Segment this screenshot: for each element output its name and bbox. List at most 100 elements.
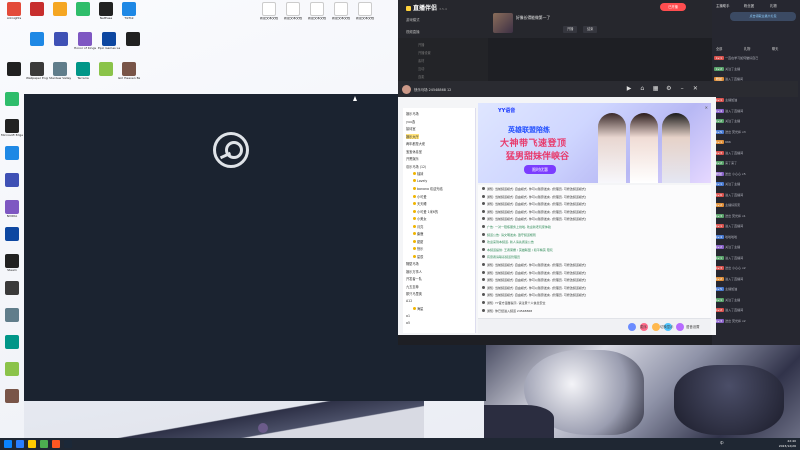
desktop-shortcut[interactable] — [49, 2, 71, 32]
channel-tree-item[interactable]: 星辰 — [413, 254, 423, 259]
desktop-shortcut[interactable] — [72, 2, 94, 32]
channel-tree-item[interactable]: 九五至尊 — [406, 284, 419, 289]
channel-tree-item[interactable]: A12 — [406, 299, 412, 303]
channel-tree-item[interactable]: 那只马里奥 — [406, 291, 422, 296]
live-status-button[interactable]: 已开播 — [660, 3, 686, 11]
voice-settings-button[interactable]: 语音设置 — [686, 324, 700, 329]
channel-tree-item[interactable]: yuu选 — [406, 119, 415, 124]
taskbar-app-icon[interactable] — [28, 440, 36, 448]
desktop-shortcut[interactable] — [122, 32, 144, 62]
desktop-shortcut[interactable] — [1, 281, 23, 311]
stream-preview[interactable] — [493, 13, 513, 33]
gift-icon[interactable] — [652, 323, 660, 331]
channel-tree-item[interactable]: a1 — [406, 314, 410, 318]
channel-tree-item[interactable]: 宝宝休息室 — [406, 149, 422, 154]
desktop-shortcut[interactable]: NetEase — [95, 2, 117, 32]
channel-tree-item[interactable]: 娱乐大厅 — [406, 133, 419, 139]
start-button[interactable]: 开播 — [563, 26, 578, 33]
channel-tree-item[interactable]: 接待室 — [406, 126, 416, 131]
menu-item[interactable]: 素材 — [418, 58, 424, 63]
channel-tree-item[interactable]: 娱乐马场 — [406, 111, 419, 116]
tab-fans[interactable]: 粉丝团 — [744, 3, 754, 8]
channel-tree-item[interactable]: 甜甜 — [413, 239, 423, 244]
home-icon[interactable]: ⌂ — [638, 85, 646, 93]
channel-tree-item[interactable]: 欢乐马场 (12) — [406, 164, 426, 169]
desktop-shortcut[interactable]: Wallpaper Engine — [26, 62, 48, 92]
channel-tree-item[interactable]: 柚妹 — [413, 171, 423, 176]
subtab-gift[interactable]: 礼物 — [744, 46, 750, 51]
channel-tree-item[interactable]: 娱乐万事人 — [406, 269, 422, 274]
desktop-shortcut[interactable]: Steam — [1, 254, 23, 284]
menu-item[interactable]: 连麦 — [418, 74, 424, 79]
menu-item[interactable]: 开播设置 — [418, 50, 431, 55]
channel-tree-item[interactable]: 开发者一队 — [406, 276, 422, 281]
menu-item[interactable]: 互动 — [418, 66, 424, 71]
channel-tree-item[interactable]: 小美女 — [413, 216, 427, 221]
desktop-file[interactable]: 新建文本文档 — [258, 2, 280, 32]
desktop-shortcut[interactable] — [1, 92, 23, 122]
end-button[interactable]: 结束 — [583, 26, 598, 33]
channel-tree-item[interactable]: Lovely — [413, 178, 427, 183]
channel-tree-item[interactable]: a5 — [406, 321, 410, 325]
clock[interactable]: 22:40 2023/12/26 — [779, 439, 796, 448]
grid-icon[interactable]: ▦ — [652, 85, 660, 93]
avatar[interactable] — [402, 85, 411, 94]
channel-tree-item[interactable]: 两年都是大佬 — [406, 141, 425, 146]
taskbar-app-icon[interactable] — [40, 440, 48, 448]
desktop-file[interactable]: 新建文本文档 — [330, 2, 352, 32]
subtab-chat[interactable]: 聊天 — [772, 46, 778, 51]
ad-close-icon[interactable]: ✕ — [705, 105, 708, 110]
desktop-shortcut[interactable] — [1, 389, 23, 419]
channel-tree-item[interactable]: banana 欢迎光临 — [413, 186, 443, 191]
desktop-shortcut[interactable]: Stardew Valley — [49, 62, 71, 92]
input-method[interactable]: 中 — [720, 441, 724, 446]
taskbar-steam-icon[interactable] — [64, 440, 72, 448]
subtab-all[interactable]: 全部 — [716, 46, 722, 51]
desktop-shortcut[interactable]: NVIDIA — [1, 200, 23, 230]
channel-tree-item[interactable]: 快乐 — [413, 246, 423, 251]
channel-tree-item[interactable]: 海星 — [413, 306, 423, 311]
menu-item[interactable]: 开播 — [418, 42, 424, 47]
ad-banner[interactable]: YY语音 英雄联盟陪练 大神带飞速登顶 猛男甜妹伴峡谷 限时优惠 ✕ — [478, 103, 711, 183]
desktop-shortcut[interactable]: Epic Games Launcher — [98, 32, 120, 62]
desktop-shortcut[interactable]: TikTok — [118, 2, 140, 32]
play-icon[interactable]: ▶ — [625, 85, 633, 93]
desktop-file[interactable]: 新建文本文档 — [354, 2, 376, 32]
close-icon[interactable]: ✕ — [691, 85, 699, 93]
channel-tree-item[interactable]: 小可爱 — [413, 194, 427, 199]
taskbar-app-icon[interactable] — [52, 440, 60, 448]
desktop-shortcut[interactable]: Microsoft Edge — [1, 119, 23, 149]
desktop-shortcut[interactable] — [1, 308, 23, 338]
desktop-shortcut[interactable] — [3, 62, 25, 92]
channel-tree-item[interactable]: 隔壁马场 — [406, 261, 419, 266]
stream-title[interactable]: 好像长得能做第一了 — [516, 15, 550, 21]
channel-tree-item[interactable]: 天天睡 — [413, 201, 427, 206]
desktop-shortcut[interactable]: Girl Heaven Backrooms — [118, 62, 140, 92]
desktop-file[interactable]: 新建文本文档 — [306, 2, 328, 32]
nav-video-live[interactable]: 视频直播 — [406, 29, 420, 34]
gift-icon[interactable] — [628, 323, 636, 331]
desktop-shortcut[interactable] — [1, 335, 23, 365]
desktop-shortcut[interactable] — [1, 173, 23, 203]
taskbar-app-icon[interactable] — [16, 440, 24, 448]
queue-button[interactable]: 麦序 — [640, 324, 647, 329]
desktop-shortcut[interactable] — [1, 362, 23, 392]
desktop-shortcut[interactable] — [26, 32, 48, 62]
channel-tree-item[interactable]: 麋鹿 — [413, 231, 423, 236]
tab-assistant[interactable]: 主播助手 — [716, 3, 730, 8]
desktop-shortcut[interactable] — [95, 62, 117, 92]
start-icon[interactable] — [4, 440, 12, 448]
channel-tree-item[interactable]: 小可爱 1米6的 — [413, 209, 438, 214]
desktop-shortcut[interactable]: Arknights — [3, 2, 25, 32]
ad-cta-button[interactable]: 限时优惠 — [524, 165, 556, 174]
desktop-shortcut[interactable]: Honor of Kings — [74, 32, 96, 62]
desktop-shortcut[interactable] — [26, 2, 48, 32]
settings-icon[interactable]: ⚙ — [665, 85, 673, 93]
gift-icon[interactable] — [676, 323, 684, 331]
desktop-shortcut[interactable] — [1, 227, 23, 257]
desktop-shortcut[interactable] — [50, 32, 72, 62]
desktop-file[interactable]: 新建文本文档 — [282, 2, 304, 32]
minimize-icon[interactable]: – — [678, 85, 686, 93]
nav-game-mode[interactable]: 游戏模式 — [406, 17, 420, 22]
desktop-shortcut[interactable]: Terraria — [72, 62, 94, 92]
